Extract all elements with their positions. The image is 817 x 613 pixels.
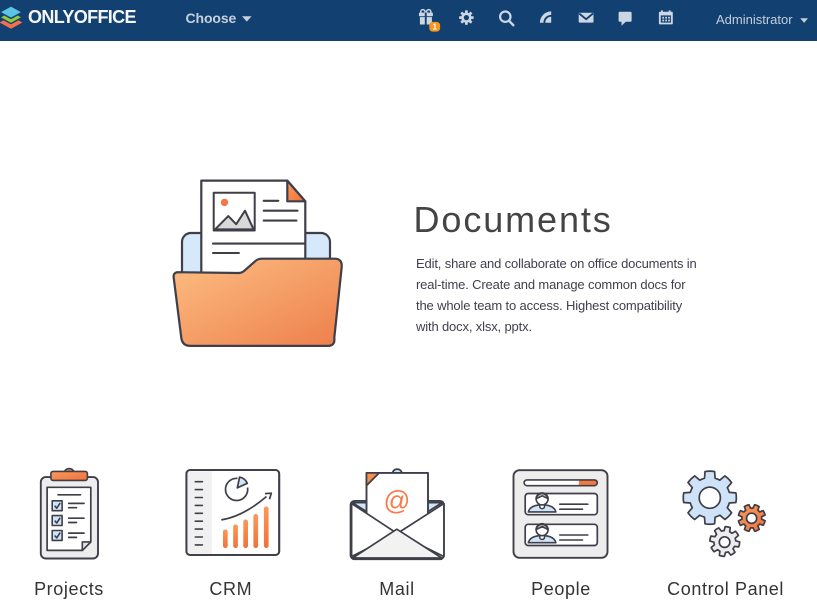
svg-text:1: 1 [432,21,437,31]
svg-text:@: @ [384,486,411,516]
